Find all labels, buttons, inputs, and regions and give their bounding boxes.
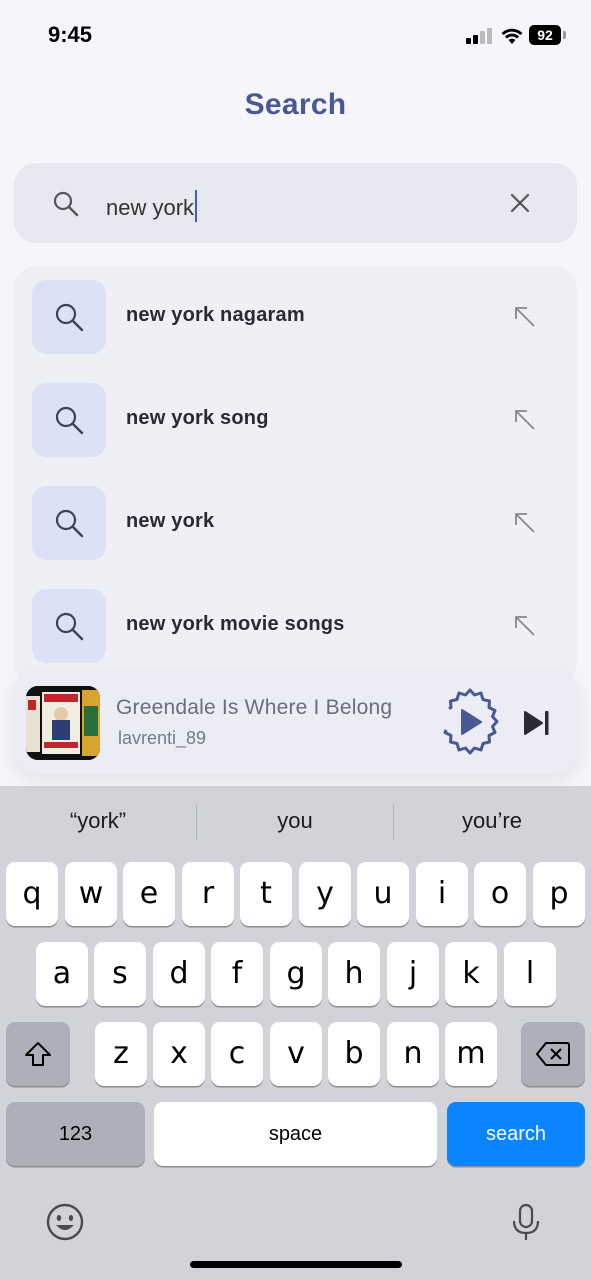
key-v[interactable]: v: [270, 1022, 322, 1086]
key-f[interactable]: f: [211, 942, 263, 1006]
key-t[interactable]: t: [240, 862, 292, 926]
suggestion-label: new york song: [126, 407, 269, 429]
key-w[interactable]: w: [65, 862, 117, 926]
suggestion-search-tile: [32, 486, 106, 560]
page-title: Search: [244, 88, 347, 121]
key-b[interactable]: b: [328, 1022, 380, 1086]
keyboard: “york” you you’re q w e r t y u i o p a …: [0, 786, 591, 1280]
suggestion-label: new york: [126, 510, 215, 532]
suggestion-item[interactable]: new york: [14, 472, 577, 562]
track-title: Greendale Is Where I Belong: [116, 696, 393, 719]
clear-search-button[interactable]: [508, 191, 532, 215]
status-time: 9:45: [48, 22, 93, 47]
shift-key[interactable]: [6, 1022, 70, 1086]
key-a[interactable]: a: [36, 942, 88, 1006]
prediction-bar: “york” you you’re: [0, 786, 591, 860]
search-icon: [53, 191, 79, 217]
arrow-up-left-icon[interactable]: [512, 407, 538, 433]
key-q[interactable]: q: [6, 862, 58, 926]
emoji-icon[interactable]: [45, 1202, 85, 1242]
key-j[interactable]: j: [387, 942, 439, 1006]
home-indicator: [190, 1261, 402, 1268]
album-art: [26, 686, 100, 760]
key-h[interactable]: h: [328, 942, 380, 1006]
search-icon: [55, 406, 84, 435]
wifi-icon: [501, 28, 523, 44]
text-caret: [195, 190, 198, 222]
arrow-up-left-icon[interactable]: [512, 613, 538, 639]
search-suggestions-list: new york nagaram new york song new york …: [14, 266, 577, 686]
prediction-1[interactable]: “york”: [0, 808, 196, 834]
key-u[interactable]: u: [357, 862, 409, 926]
key-x[interactable]: x: [153, 1022, 205, 1086]
key-z[interactable]: z: [95, 1022, 147, 1086]
key-e[interactable]: e: [123, 862, 175, 926]
status-bar: 9:45 92: [0, 0, 591, 70]
suggestion-item[interactable]: new york song: [14, 369, 577, 459]
microphone-icon[interactable]: [506, 1202, 546, 1242]
cellular-signal-icon: [466, 28, 492, 44]
suggestion-label: new york movie songs: [126, 613, 345, 635]
key-m[interactable]: m: [445, 1022, 497, 1086]
shift-icon: [25, 1042, 51, 1066]
suggestion-label: new york nagaram: [126, 304, 305, 326]
suggestion-search-tile: [32, 280, 106, 354]
suggestion-item[interactable]: new york nagaram: [14, 266, 577, 356]
key-g[interactable]: g: [270, 942, 322, 1006]
skip-forward-button[interactable]: [522, 708, 552, 738]
delete-key[interactable]: [521, 1022, 585, 1086]
space-key[interactable]: space: [154, 1102, 437, 1166]
key-d[interactable]: d: [153, 942, 205, 1006]
key-p[interactable]: p: [533, 862, 585, 926]
key-l[interactable]: l: [504, 942, 556, 1006]
backspace-icon: [536, 1042, 570, 1066]
play-icon: [461, 709, 482, 735]
search-query-text[interactable]: new york: [106, 190, 198, 222]
battery-level: 92: [529, 25, 561, 45]
search-icon: [55, 303, 84, 332]
key-y[interactable]: y: [299, 862, 351, 926]
numbers-key[interactable]: 123: [6, 1102, 145, 1166]
search-query: new york: [106, 195, 195, 220]
play-button[interactable]: [432, 686, 508, 762]
search-key[interactable]: search: [447, 1102, 585, 1166]
key-k[interactable]: k: [445, 942, 497, 1006]
key-r[interactable]: r: [182, 862, 234, 926]
search-icon: [55, 612, 84, 641]
prediction-3[interactable]: you’re: [394, 808, 590, 834]
track-artist: lavrenti_89: [118, 728, 207, 748]
key-i[interactable]: i: [416, 862, 468, 926]
suggestion-search-tile: [32, 589, 106, 663]
key-s[interactable]: s: [94, 942, 146, 1006]
key-n[interactable]: n: [387, 1022, 439, 1086]
arrow-up-left-icon[interactable]: [512, 304, 538, 330]
mini-player[interactable]: Greendale Is Where I Belong lavrenti_89: [14, 672, 579, 774]
key-o[interactable]: o: [474, 862, 526, 926]
suggestion-item[interactable]: new york movie songs: [14, 575, 577, 665]
prediction-2[interactable]: you: [197, 808, 393, 834]
search-input[interactable]: new york: [14, 163, 577, 243]
key-c[interactable]: c: [211, 1022, 263, 1086]
battery-icon: 92: [529, 25, 567, 45]
suggestion-search-tile: [32, 383, 106, 457]
arrow-up-left-icon[interactable]: [512, 510, 538, 536]
search-icon: [55, 509, 84, 538]
